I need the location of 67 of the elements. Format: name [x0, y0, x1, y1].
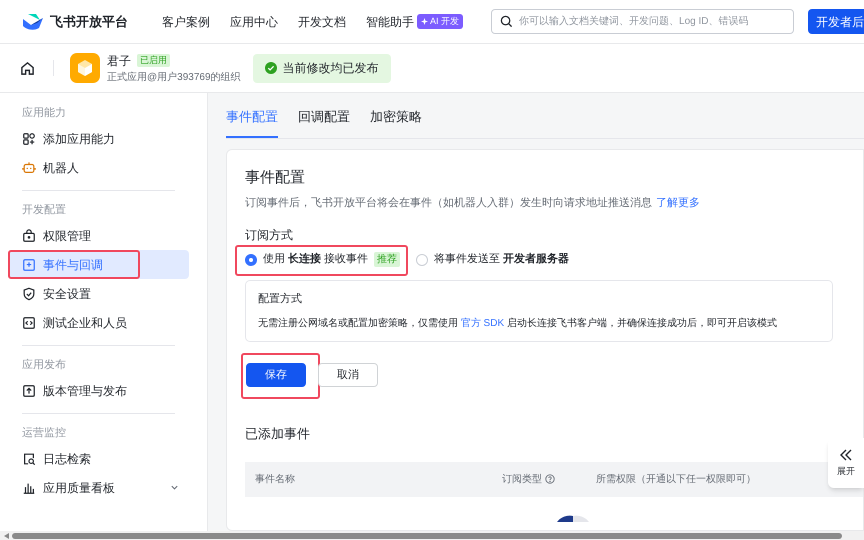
section-heading: 应用能力 — [21, 106, 67, 121]
recommended-tag: 推荐 — [374, 252, 400, 267]
sidebar-item[interactable]: 日志检索 — [8, 444, 189, 473]
sidebar-item[interactable]: 安全设置 — [8, 279, 189, 308]
status-badge: 已启用 — [137, 54, 170, 68]
cancel-button[interactable]: 取消 — [318, 363, 378, 388]
upload-icon — [22, 384, 36, 398]
code-icon — [22, 316, 36, 330]
radio-button[interactable] — [245, 254, 257, 266]
tab[interactable]: 回调配置 — [298, 106, 350, 138]
home-icon[interactable] — [20, 60, 35, 76]
tab[interactable]: 加密策略 — [370, 106, 422, 138]
help-icon[interactable] — [545, 474, 555, 484]
double-chevron-left-icon — [839, 448, 853, 462]
section-heading: 运营监控 — [21, 426, 67, 441]
horizontal-scrollbar[interactable] — [0, 531, 864, 540]
sidebar-item[interactable]: 添加应用能力 — [8, 124, 189, 153]
panel-title: 配置方式 — [258, 292, 303, 306]
search-field[interactable]: 你可以输入文档关键词、开发问题、Log ID、错误码 — [491, 9, 794, 34]
search-icon — [500, 15, 514, 28]
sidebar-item[interactable]: 应用质量看板 — [8, 473, 189, 502]
radio-button[interactable] — [416, 254, 428, 266]
nav-link[interactable]: 智能助手 — [366, 12, 414, 30]
sidebar-item[interactable]: 版本管理与发布 — [8, 376, 189, 405]
sidebar-item[interactable]: 权限管理 — [8, 221, 189, 250]
sidebar-item[interactable]: 事件与回调 — [8, 250, 189, 279]
learn-more-link[interactable]: 了解更多 — [656, 195, 700, 212]
panel-text: 无需注册公网域名或配置加密策略，仅需使用 官方 SDK 启动长连接飞书客户端，并确保连接成功后，即可开启该模式 — [258, 316, 778, 331]
tab[interactable]: 事件配置 — [226, 106, 278, 138]
nav-link[interactable]: 开发文档 — [298, 12, 346, 30]
app-name: 君子 — [107, 52, 131, 70]
check-circle-icon — [264, 62, 277, 74]
sdk-link[interactable]: 官方 SDK — [460, 318, 504, 329]
section-title: 已添加事件 — [245, 425, 311, 444]
shield-check-icon — [22, 286, 36, 300]
bar-chart-icon — [22, 480, 36, 494]
console-button[interactable]: 开发者后 — [808, 9, 864, 34]
section-heading: 开发配置 — [21, 203, 67, 218]
loading-drawing — [555, 514, 591, 522]
sidebar-item[interactable]: 机器人 — [8, 153, 189, 182]
plus-square-icon — [22, 258, 36, 272]
ai-badge[interactable]: AI 开发 — [417, 14, 464, 29]
column-header: 订阅类型 — [502, 472, 542, 487]
radio-option[interactable]: 使用 长连接 接收事件 推荐 — [245, 251, 400, 268]
notice-text: 当前修改均已发布 — [282, 60, 379, 77]
column-header: 所需权限（开通以下任一权限即可） — [596, 472, 756, 487]
grid-plus-icon — [22, 132, 36, 146]
nav-link[interactable]: 客户案例 — [162, 12, 210, 30]
scroll-left-arrow-icon[interactable] — [4, 532, 9, 538]
card-description: 订阅事件后，飞书开放平台将会在事件（如机器人入群）发生时向请求地址推送消息 — [245, 196, 652, 211]
expand-button[interactable]: 展开 — [828, 438, 864, 488]
brand-name[interactable]: 飞书开放平台 — [50, 12, 128, 32]
lock-icon — [22, 228, 36, 242]
logo-icon[interactable] — [22, 12, 44, 30]
sidebar-item[interactable]: 测试企业和人员 — [8, 308, 189, 337]
app-icon — [70, 53, 100, 83]
document-search-icon — [22, 452, 36, 466]
save-button[interactable]: 保存 — [246, 363, 306, 388]
nav-link[interactable]: 应用中心 — [230, 12, 278, 30]
robot-icon — [22, 160, 36, 174]
radio-option[interactable]: 将事件发送至 开发者服务器 — [416, 251, 570, 268]
section-heading: 应用发布 — [21, 358, 67, 373]
expand-label: 展开 — [837, 464, 855, 478]
column-header: 事件名称 — [255, 472, 295, 487]
card-title: 事件配置 — [245, 168, 306, 188]
app-subtitle: 正式应用@用户393769的组织 — [107, 70, 241, 84]
field-label: 订阅方式 — [245, 228, 293, 242]
